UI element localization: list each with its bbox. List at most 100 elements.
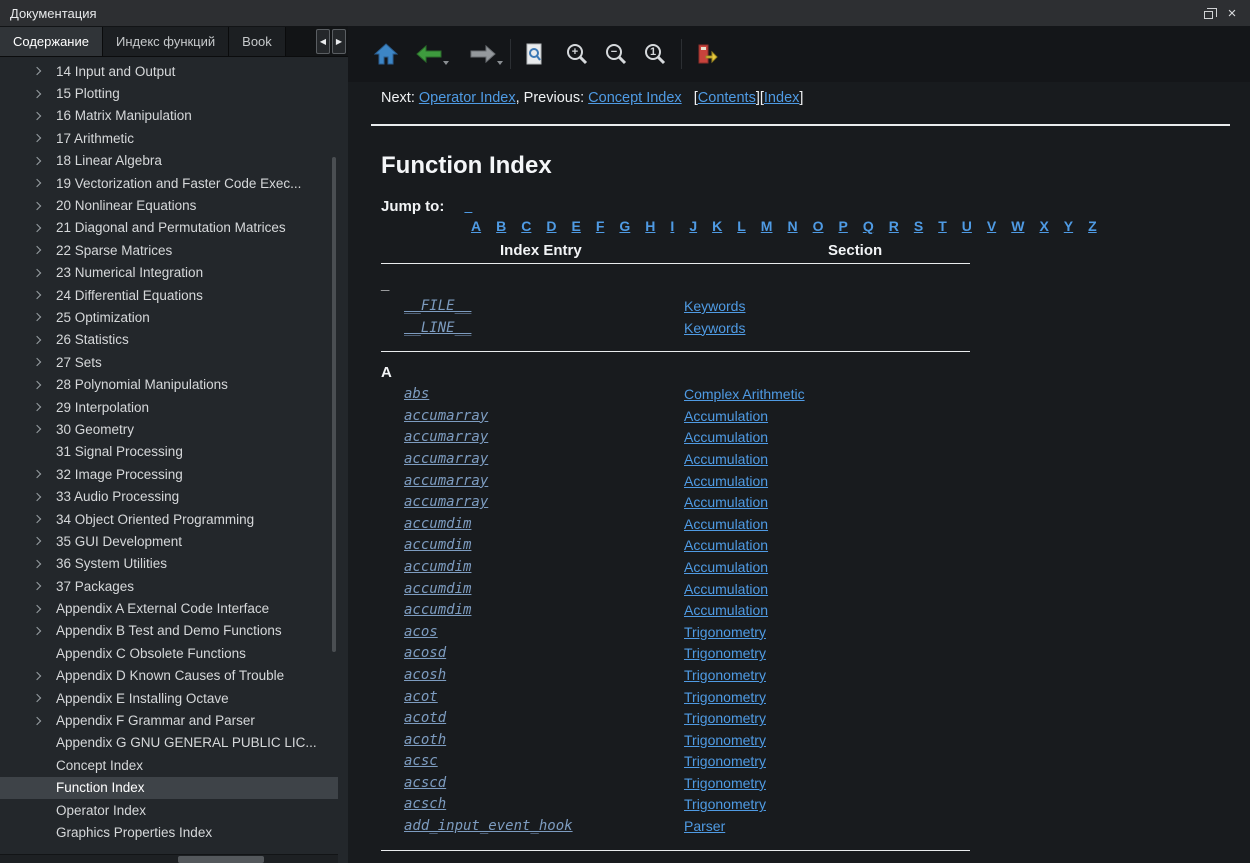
tree-item[interactable]: Appendix A External Code Interface xyxy=(0,597,338,619)
section-link[interactable]: Accumulation xyxy=(684,471,768,493)
jump-letter-link[interactable]: G xyxy=(619,218,630,234)
jump-letter-link[interactable]: B xyxy=(496,218,506,234)
tree-item[interactable]: 24 Differential Equations xyxy=(0,284,338,306)
expand-chevron-icon[interactable] xyxy=(34,270,56,276)
expand-chevron-icon[interactable] xyxy=(34,516,56,522)
section-link[interactable]: Complex Arithmetic xyxy=(684,384,805,406)
forward-dropdown-icon[interactable] xyxy=(497,61,503,65)
expand-chevron-icon[interactable] xyxy=(34,404,56,410)
jump-letter-link[interactable]: C xyxy=(521,218,531,234)
expand-chevron-icon[interactable] xyxy=(34,426,56,432)
expand-chevron-icon[interactable] xyxy=(34,113,56,119)
tree-item[interactable]: 16 Matrix Manipulation xyxy=(0,105,338,127)
jump-letter-link[interactable]: D xyxy=(546,218,556,234)
jump-letter-link[interactable]: Y xyxy=(1064,218,1073,234)
section-link[interactable]: Accumulation xyxy=(684,514,768,536)
jump-letter-link[interactable]: V xyxy=(987,218,996,234)
section-link[interactable]: Trigonometry xyxy=(684,773,766,795)
tree-item[interactable]: 14 Input and Output xyxy=(0,60,338,82)
expand-chevron-icon[interactable] xyxy=(34,606,56,612)
tree-item[interactable]: 21 Diagonal and Permutation Matrices xyxy=(0,217,338,239)
function-entry-link[interactable]: acot xyxy=(404,687,438,709)
next-link[interactable]: Operator Index xyxy=(419,90,516,106)
section-link[interactable]: Trigonometry xyxy=(684,751,766,773)
function-entry-link[interactable]: accumarray xyxy=(404,427,488,449)
section-link[interactable]: Keywords xyxy=(684,318,745,340)
tab-bookmarks[interactable]: Book xyxy=(229,27,286,56)
jump-letter-link[interactable]: N xyxy=(787,218,797,234)
tree-item[interactable]: 35 GUI Development xyxy=(0,530,338,552)
tree-item[interactable]: 28 Polynomial Manipulations xyxy=(0,373,338,395)
previous-link[interactable]: Concept Index xyxy=(588,90,682,106)
tree-item[interactable]: Graphics Properties Index xyxy=(0,821,338,843)
expand-chevron-icon[interactable] xyxy=(34,158,56,164)
jump-letter-link[interactable]: M xyxy=(761,218,773,234)
jump-letter-link[interactable]: A xyxy=(471,218,481,234)
section-link[interactable]: Accumulation xyxy=(684,449,768,471)
tree-item[interactable]: 31 Signal Processing xyxy=(0,441,338,463)
jump-letter-link[interactable]: R xyxy=(889,218,899,234)
section-link[interactable]: Accumulation xyxy=(684,579,768,601)
tree-item[interactable]: 32 Image Processing xyxy=(0,463,338,485)
jump-letter-link[interactable]: H xyxy=(645,218,655,234)
tree-item[interactable]: Operator Index xyxy=(0,799,338,821)
expand-chevron-icon[interactable] xyxy=(34,382,56,388)
function-entry-link[interactable]: add_input_event_hook xyxy=(404,816,573,838)
section-link[interactable]: Keywords xyxy=(684,296,745,318)
expand-chevron-icon[interactable] xyxy=(34,292,56,298)
expand-chevron-icon[interactable] xyxy=(34,337,56,343)
function-entry-link[interactable]: accumdim xyxy=(404,579,471,601)
tree-item[interactable]: Appendix G GNU GENERAL PUBLIC LIC... xyxy=(0,732,338,754)
index-link[interactable]: Index xyxy=(764,90,799,106)
expand-chevron-icon[interactable] xyxy=(34,135,56,141)
section-link[interactable]: Trigonometry xyxy=(684,794,766,816)
tree-item[interactable]: 19 Vectorization and Faster Code Exec... xyxy=(0,172,338,194)
function-entry-link[interactable]: __LINE__ xyxy=(404,318,471,340)
expand-chevron-icon[interactable] xyxy=(34,583,56,589)
tree-item[interactable]: 29 Interpolation xyxy=(0,396,338,418)
jump-letter-link[interactable]: J xyxy=(689,218,697,234)
function-entry-link[interactable]: accumdim xyxy=(404,600,471,622)
section-link[interactable]: Accumulation xyxy=(684,557,768,579)
tree-item[interactable]: 27 Sets xyxy=(0,351,338,373)
jump-letter-link[interactable]: P xyxy=(838,218,847,234)
tree-item[interactable]: 15 Plotting xyxy=(0,82,338,104)
function-entry-link[interactable]: acosd xyxy=(404,643,446,665)
tree-item[interactable]: Appendix E Installing Octave xyxy=(0,687,338,709)
section-link[interactable]: Accumulation xyxy=(684,600,768,622)
expand-chevron-icon[interactable] xyxy=(34,538,56,544)
jump-letter-link[interactable]: W xyxy=(1011,218,1024,234)
function-entry-link[interactable]: accumarray xyxy=(404,406,488,428)
expand-chevron-icon[interactable] xyxy=(34,695,56,701)
section-link[interactable]: Trigonometry xyxy=(684,665,766,687)
expand-chevron-icon[interactable] xyxy=(34,68,56,74)
find-in-page-button[interactable] xyxy=(525,42,545,66)
tree-item[interactable]: Appendix D Known Causes of Trouble xyxy=(0,665,338,687)
tree-horizontal-scrollbar-thumb[interactable] xyxy=(178,856,264,863)
expand-chevron-icon[interactable] xyxy=(34,203,56,209)
zoom-out-button[interactable]: − xyxy=(604,42,628,66)
section-link[interactable]: Trigonometry xyxy=(684,708,766,730)
expand-chevron-icon[interactable] xyxy=(34,673,56,679)
function-entry-link[interactable]: acsch xyxy=(404,794,446,816)
function-entry-link[interactable]: accumarray xyxy=(404,471,488,493)
tab-contents[interactable]: Содержание xyxy=(0,27,103,56)
back-dropdown-icon[interactable] xyxy=(443,61,449,65)
function-entry-link[interactable]: accumarray xyxy=(404,449,488,471)
tree-item[interactable]: Appendix B Test and Demo Functions xyxy=(0,620,338,642)
function-entry-link[interactable]: acotd xyxy=(404,708,446,730)
function-entry-link[interactable]: acoth xyxy=(404,730,446,752)
section-link[interactable]: Trigonometry xyxy=(684,622,766,644)
expand-chevron-icon[interactable] xyxy=(34,494,56,500)
expand-chevron-icon[interactable] xyxy=(34,628,56,634)
expand-chevron-icon[interactable] xyxy=(34,180,56,186)
jump-letter-link[interactable]: S xyxy=(914,218,923,234)
section-link[interactable]: Accumulation xyxy=(684,406,768,428)
contents-link[interactable]: Contents xyxy=(698,90,756,106)
section-link[interactable]: Trigonometry xyxy=(684,643,766,665)
jump-letter-link[interactable]: F xyxy=(596,218,605,234)
tree-item[interactable]: 33 Audio Processing xyxy=(0,485,338,507)
function-entry-link[interactable]: acscd xyxy=(404,773,446,795)
jump-letter-link[interactable]: U xyxy=(962,218,972,234)
jump-letter-link[interactable]: T xyxy=(938,218,947,234)
